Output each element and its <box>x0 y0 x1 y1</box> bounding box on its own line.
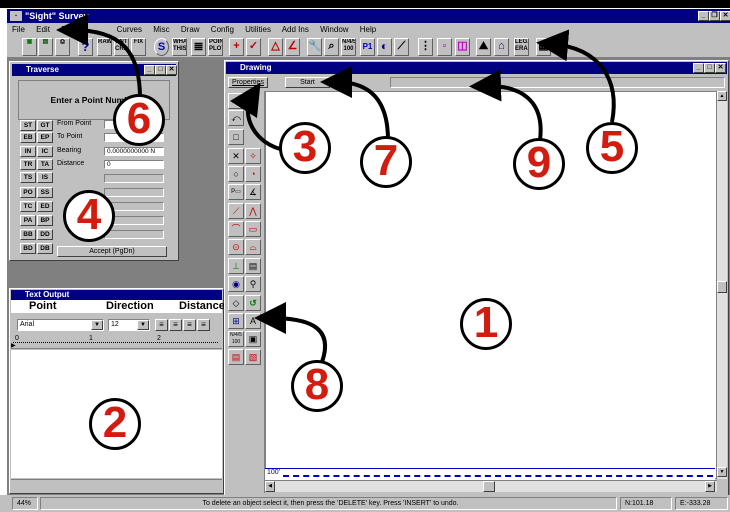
callout-5: 5 <box>586 122 638 174</box>
callout-6: 6 <box>113 94 165 146</box>
callout-3: 3 <box>279 122 331 174</box>
callout-4: 4 <box>63 190 115 242</box>
callout-9: 9 <box>513 138 565 190</box>
callout-1: 1 <box>460 298 512 350</box>
callout-8: 8 <box>291 360 343 412</box>
callout-2: 2 <box>89 398 141 450</box>
callout-7: 7 <box>360 136 412 188</box>
